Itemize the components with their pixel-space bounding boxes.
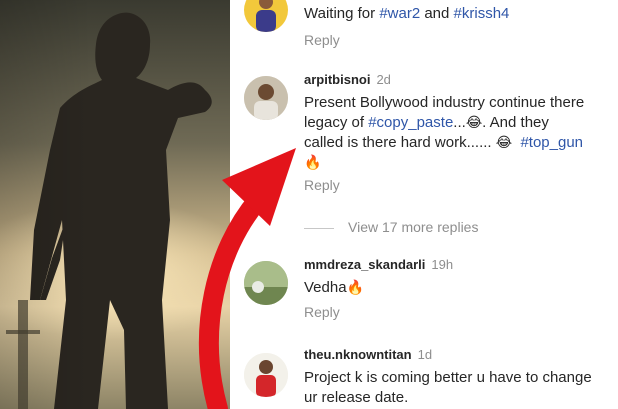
- comment-text-part: and: [420, 5, 454, 22]
- divider-line: [304, 227, 334, 229]
- comment-line: called is there hard work...... 😂 #top_g…: [304, 133, 616, 153]
- comment-username[interactable]: arpitbisnoi: [304, 72, 370, 87]
- avatar-person-icon: [244, 353, 288, 397]
- comment-text: Waiting for #war2 and #krissh4: [304, 4, 616, 24]
- image-haze: [0, 0, 230, 409]
- avatar[interactable]: [244, 261, 288, 305]
- fire-icon: 🔥: [346, 280, 364, 296]
- hashtag-link[interactable]: #war2: [379, 5, 420, 22]
- avatar-person-icon: [256, 0, 276, 32]
- comment-text-part: ...: [453, 114, 466, 131]
- hashtag-link[interactable]: #top_gun: [520, 134, 583, 151]
- view-more-label: View 17 more replies: [348, 219, 479, 235]
- comment-text: Project k is coming better u have to cha…: [304, 368, 616, 408]
- post-image: [0, 0, 230, 409]
- comment-username[interactable]: theu.nknowntitan: [304, 347, 412, 362]
- avatar-person-icon: [244, 76, 288, 120]
- comments-panel: Waiting for #war2 and #krissh4 Reply arp…: [230, 0, 618, 409]
- reply-button[interactable]: Reply: [304, 177, 616, 193]
- comment-text-part: called is there hard work......: [304, 134, 496, 151]
- comment-time: 1d: [417, 347, 433, 362]
- comment-text-part: Vedha: [304, 279, 347, 296]
- comment-line: Project k is coming better u have to cha…: [304, 369, 592, 386]
- comment-username[interactable]: mmdreza_skandarli: [304, 257, 425, 272]
- comment-time: 19h: [431, 257, 454, 272]
- face-with-tears-of-joy-icon: 😂: [495, 135, 513, 151]
- reply-button[interactable]: Reply: [304, 32, 616, 48]
- face-with-tears-of-joy-icon: 😂: [465, 115, 483, 131]
- comment-text-part: Waiting for: [304, 5, 380, 22]
- comment-text: Present Bollywood industry continue ther…: [304, 93, 616, 173]
- comment-line: 🔥: [304, 153, 616, 173]
- reply-button[interactable]: Reply: [304, 304, 616, 320]
- comment-item: arpitbisnoi 2d Present Bollywood industry…: [244, 72, 614, 202]
- comment-line: Present Bollywood industry continue ther…: [304, 94, 585, 111]
- hashtag-link[interactable]: #copy_paste: [368, 114, 453, 131]
- avatar[interactable]: [244, 0, 288, 32]
- avatar[interactable]: [244, 353, 288, 397]
- comment-line: ur release date.: [304, 389, 409, 406]
- comment-text-part: . And they: [482, 114, 549, 131]
- comment-text: Vedha🔥: [304, 278, 616, 298]
- comment-line: legacy of #copy_paste...😂. And they: [304, 113, 616, 133]
- comment-item: mmdreza_skandarli 19h Vedha🔥 Reply: [244, 257, 614, 327]
- avatar[interactable]: [244, 76, 288, 120]
- fire-icon: 🔥: [304, 155, 322, 171]
- comment-item: Waiting for #war2 and #krissh4 Reply: [244, 0, 614, 58]
- hashtag-link[interactable]: #krissh4: [454, 5, 510, 22]
- comment-item: theu.nknowntitan 1d Project k is coming b…: [244, 347, 614, 409]
- comment-text-part: legacy of: [304, 114, 369, 131]
- comment-time: 2d: [376, 72, 391, 87]
- avatar-landscape-icon: [244, 261, 288, 305]
